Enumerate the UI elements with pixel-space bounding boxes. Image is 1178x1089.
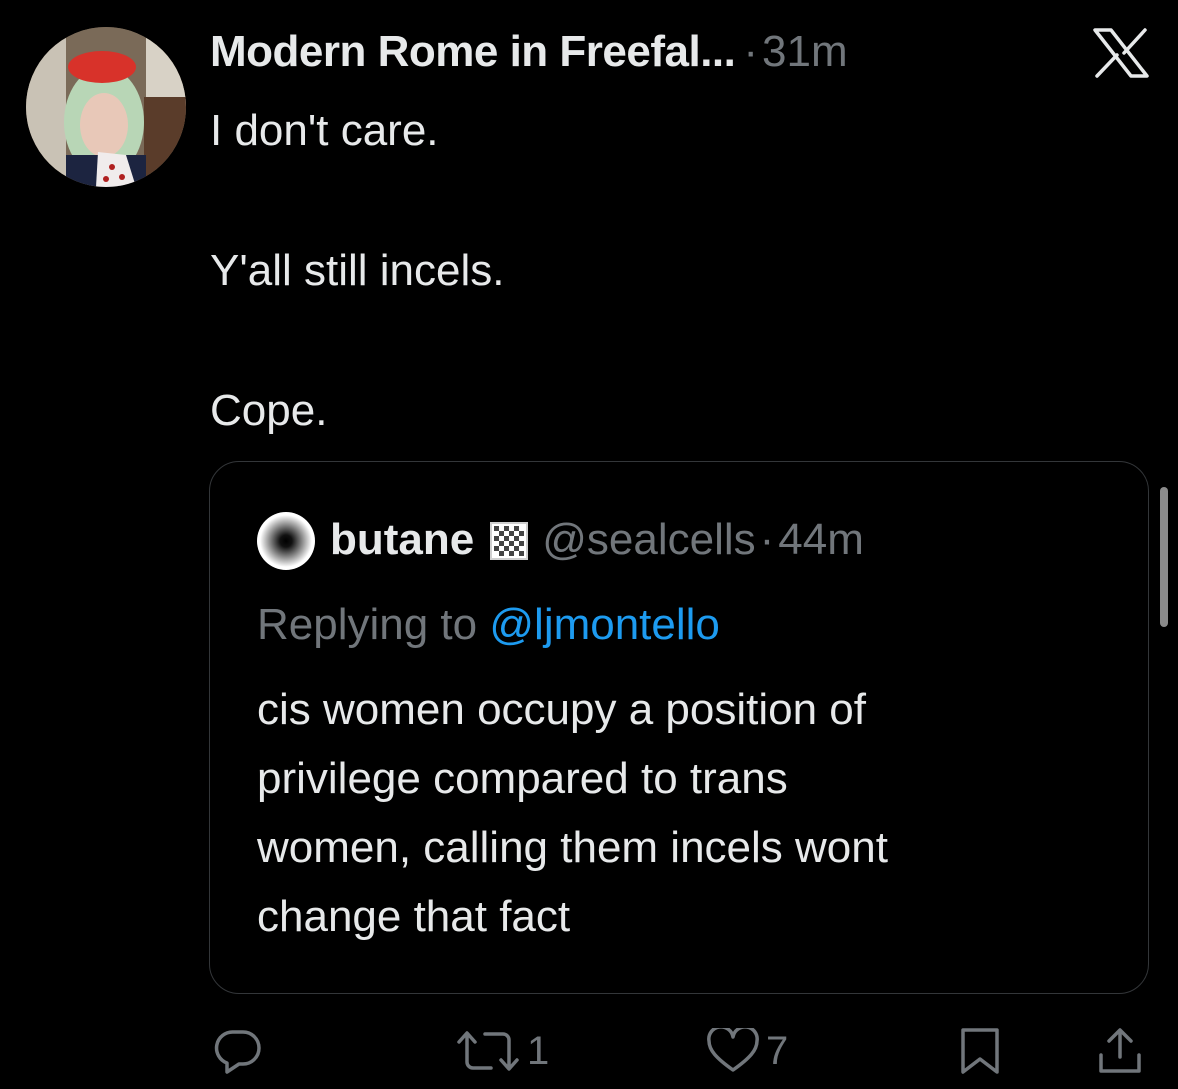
tweet-line: Cope. — [210, 386, 328, 435]
timestamp[interactable]: 31m — [762, 27, 848, 77]
reply-button[interactable] — [213, 1026, 263, 1076]
retweet-icon — [457, 1031, 519, 1071]
x-logo-icon[interactable] — [1093, 28, 1149, 78]
tweet-line: I don't care. — [210, 106, 439, 155]
action-bar: 1 7 — [0, 1020, 1178, 1089]
scrollbar[interactable] — [1160, 487, 1168, 627]
reply-mention-link[interactable]: @ljmontello — [489, 600, 720, 649]
replying-to: Replying to @ljmontello — [257, 590, 720, 660]
quoted-line: cis women occupy a position of — [257, 685, 866, 734]
quoted-avatar[interactable] — [257, 512, 315, 570]
retweet-count: 1 — [527, 1028, 550, 1073]
avatar[interactable] — [26, 27, 186, 187]
quoted-tweet-card[interactable]: butane @sealcells · 44m Replying to @ljm… — [209, 461, 1149, 994]
checkered-flag-icon — [490, 521, 529, 560]
separator-dot: · — [759, 515, 775, 564]
share-button[interactable] — [1097, 1026, 1143, 1076]
separator-dot: · — [743, 27, 759, 76]
bookmark-icon — [961, 1028, 999, 1074]
quoted-line: privilege compared to trans — [257, 754, 788, 803]
quoted-display-name[interactable]: butane — [330, 515, 474, 565]
like-button[interactable]: 7 — [706, 1026, 788, 1076]
quoted-line: change that fact — [257, 892, 571, 941]
quoted-line: women, calling them incels wont — [257, 823, 888, 872]
tweet-text: I don't care. Y'all still incels. Cope. — [210, 96, 1130, 446]
heart-icon — [707, 1028, 759, 1072]
like-count: 7 — [766, 1028, 789, 1073]
profile-photo-icon — [26, 27, 186, 187]
display-name[interactable]: Modern Rome in Freefal... — [210, 27, 736, 77]
tweet-line: Y'all still incels. — [210, 246, 505, 295]
quoted-header: butane @sealcells · 44m — [330, 506, 864, 574]
retweet-button[interactable]: 1 — [455, 1026, 549, 1076]
replying-prefix: Replying to — [257, 600, 478, 649]
share-icon — [1099, 1028, 1141, 1073]
quoted-timestamp[interactable]: 44m — [778, 515, 864, 565]
quoted-handle[interactable]: @sealcells — [542, 515, 755, 565]
quoted-text: cis women occupy a position of privilege… — [257, 675, 1097, 951]
tweet-header: Modern Rome in Freefal... · 31m — [210, 22, 848, 82]
reply-icon — [214, 1030, 261, 1074]
bookmark-button[interactable] — [957, 1026, 1003, 1076]
